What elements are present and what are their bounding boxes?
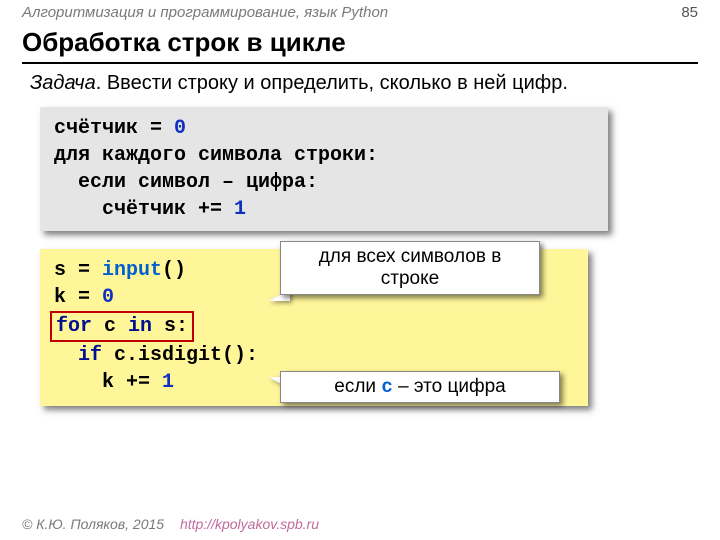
code-line-4: if c.isdigit(): bbox=[54, 342, 574, 369]
pseudocode-box: счётчик = 0 для каждого символа строки: … bbox=[40, 107, 608, 231]
code-line-3: for c in s: bbox=[54, 311, 574, 342]
footer: © К.Ю. Поляков, 2015 http://kpolyakov.sp… bbox=[22, 516, 319, 532]
task-text: Задача. Ввести строку и определить, скол… bbox=[30, 72, 698, 95]
copyright: © К.Ю. Поляков, 2015 bbox=[22, 516, 164, 532]
footer-url: http://kpolyakov.spb.ru bbox=[180, 516, 319, 532]
page-title: Обработка строк в цикле bbox=[22, 27, 698, 58]
title-rule bbox=[22, 62, 698, 64]
page-number: 85 bbox=[681, 4, 698, 21]
callout-if-digit: если c – это цифра bbox=[280, 371, 560, 403]
callout-for-loop: для всех символов в строке bbox=[280, 241, 540, 295]
task-body: . Ввести строку и определить, сколько в … bbox=[96, 72, 568, 94]
breadcrumb: Алгоритмизация и программирование, язык … bbox=[22, 4, 698, 21]
task-label: Задача bbox=[30, 72, 96, 94]
